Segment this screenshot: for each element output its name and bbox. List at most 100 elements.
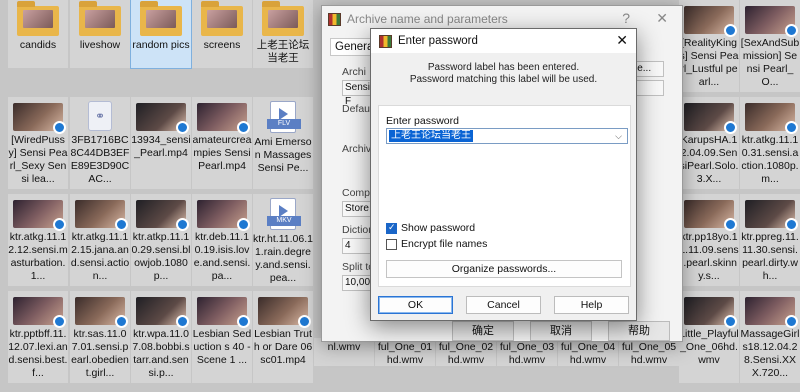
file-label: 3FB1716BC8C44DB3EFE89E3D90CAC... — [70, 134, 130, 185]
folder-liveshow[interactable]: liveshow — [70, 0, 130, 68]
file-ktr-atkg-111215[interactable]: ktr.atkg.11.12.15.jana.and.sensi.action.… — [70, 194, 130, 286]
file-label: Little_Playful_One_06hd.wmv — [679, 328, 739, 366]
info-message: Password label has been entered. Passwor… — [371, 62, 636, 86]
video-thumbnail — [684, 297, 737, 328]
compression-select[interactable]: Store — [342, 201, 372, 217]
file-ktr-atkg-111031[interactable]: ktr.atkg.11.10.31.sensi.action.1080p.m..… — [740, 97, 800, 189]
file-wmv-partial-0[interactable]: nl.wmv — [314, 338, 374, 366]
file-ktr-sas[interactable]: ktr.sas.11.07.01.sensi.pearl.obedient.gi… — [70, 291, 130, 383]
dictionary-select[interactable]: 4 — [342, 238, 372, 254]
organize-passwords-button[interactable]: Organize passwords... — [386, 260, 622, 278]
close-icon[interactable]: ✕ — [616, 32, 628, 49]
file-karupsha[interactable]: KarupsHA.12.04.09.SensiPearl.Solo.3.X... — [679, 97, 739, 189]
folder-icon — [201, 1, 243, 36]
file-label: random pics — [132, 39, 190, 51]
media-player-icon — [785, 24, 798, 37]
media-player-icon — [176, 121, 189, 134]
file-label: ktr.ppreg.11.11.30.sensi.pearl.dirty.wh.… — [741, 231, 799, 282]
video-thumbnail — [745, 103, 798, 134]
file-lesbian-truth[interactable]: Lesbian Truth or Dare 06 sc01.mp4 — [253, 291, 313, 383]
file-ktr-pp18yo[interactable]: ktr.pp18yo.11.11.09.sensi.pearl.skinny.s… — [679, 194, 739, 286]
folder-random-pics[interactable]: random pics — [130, 0, 192, 69]
media-player-icon — [237, 315, 250, 328]
file-wmv-03hd[interactable]: ful_One_03hd.wmv — [497, 338, 557, 366]
file-ktr-ppreg[interactable]: ktr.ppreg.11.11.30.sensi.pearl.dirty.wh.… — [740, 194, 800, 286]
video-thumbnail — [136, 297, 189, 328]
file-ktr-deb-111019[interactable]: ktr.deb.11.10.19.isis.love.and.sensi.pa.… — [192, 194, 252, 286]
file-label: ktr.deb.11.10.19.isis.love.and.sensi.pa.… — [193, 231, 251, 282]
file-wmv-02hd[interactable]: ful_One_02hd.wmv — [436, 338, 496, 366]
file-wiredpussy[interactable]: [WiredPussy] Sensi Pearl_Sexy Sensi lea.… — [8, 97, 68, 189]
file-label: ktr.atkg.11.12.15.jana.and.sensi.action.… — [70, 231, 130, 282]
checkbox-unchecked[interactable] — [386, 238, 397, 250]
file-amateurcreampies[interactable]: amateurcreampies Sensi Pearl.mp4 — [192, 97, 252, 189]
file-sexandsubmission[interactable]: [SexAndSubmission] Sensi Pearl_O... — [740, 0, 800, 92]
file-label: ful_One_01hd.wmv — [377, 341, 433, 366]
ok-button[interactable]: OK — [378, 296, 453, 314]
split-volume-field[interactable]: 10,000 — [342, 275, 376, 291]
media-player-icon — [176, 218, 189, 231]
enter-password-dialog: Enter password ✕ Password label has been… — [370, 28, 637, 321]
dialog-title: Archive name and parameters — [347, 12, 508, 26]
file-3fb1716[interactable]: ⚭ 3FB1716BC8C44DB3EFE89E3D90CAC... — [70, 97, 130, 189]
file-wmv-04hd[interactable]: ful_One_04hd.wmv — [558, 338, 618, 366]
folder-screens[interactable]: screens — [192, 0, 252, 68]
archive-name-label: Archi — [342, 66, 366, 78]
file-ktr-atkg-111212[interactable]: ktr.atkg.11.12.12.sensi.masturbation.1..… — [8, 194, 68, 286]
file-little-playful[interactable]: Little_Playful_One_06hd.wmv — [679, 291, 739, 383]
dialog-title: Enter password — [398, 35, 478, 47]
media-player-icon — [724, 315, 737, 328]
file-label: [SexAndSubmission] Sensi Pearl_O... — [740, 37, 800, 88]
file-massagegirls[interactable]: MassageGirls18.12.04.28.Sensi.XXX.720... — [740, 291, 800, 383]
help-button[interactable]: Help — [554, 296, 629, 314]
chevron-down-icon[interactable]: ⌵ — [615, 129, 622, 143]
video-thumbnail — [258, 297, 311, 328]
cancel-button[interactable]: Cancel — [466, 296, 541, 314]
archive-format-label: Archiv — [342, 143, 372, 155]
file-ktr-atkp-111029[interactable]: ktr.atkp.11.10.29.sensi.blowjob.1080p... — [131, 194, 191, 286]
ok-button-cn[interactable]: 确定 — [452, 321, 514, 341]
help-icon[interactable]: ? — [622, 10, 630, 26]
file-label: Lesbian Truth or Dare 06 sc01.mp4 — [253, 328, 313, 366]
file-label: [WiredPussy] Sensi Pearl_Sexy Sensi lea.… — [8, 134, 68, 185]
file-ktr-wpa[interactable]: ktr.wpa.11.07.08.bobbi.starr.and.sensi.p… — [131, 291, 191, 383]
file-13934-sensi[interactable]: 13934_sensi_Pearl.mp4 — [131, 97, 191, 189]
checkbox-checked[interactable] — [386, 222, 397, 234]
file-label: candids — [19, 39, 57, 51]
info-line-1: Password label has been entered. — [427, 62, 580, 73]
encrypt-file-names-checkbox[interactable]: Encrypt file names — [386, 238, 487, 250]
password-input[interactable]: 上老王论坛当老王 ⌵ — [386, 128, 628, 144]
video-thumbnail — [13, 103, 66, 134]
folder-icon — [79, 1, 121, 36]
file-ami-emerson[interactable]: FLV Ami Emerson Massages Sensi Pe... — [253, 97, 313, 189]
show-password-checkbox[interactable]: Show password — [386, 222, 475, 234]
media-player-icon — [115, 218, 128, 231]
file-label: ktr.pp18yo.11.11.09.sensi.pearl.skinny.s… — [679, 231, 739, 282]
cancel-button-cn[interactable]: 取消 — [530, 321, 592, 341]
close-icon[interactable]: ✕ — [656, 10, 668, 27]
video-thumbnail — [745, 200, 798, 231]
file-type-badge: MKV — [267, 216, 301, 226]
encrypt-file-names-label: Encrypt file names — [401, 238, 488, 250]
help-button-cn[interactable]: 帮助 — [608, 321, 670, 341]
video-thumbnail — [75, 200, 128, 231]
file-label: Ami Emerson Massages Sensi Pe... — [254, 136, 312, 174]
video-thumbnail — [136, 103, 189, 134]
media-player-icon — [785, 121, 798, 134]
folder-laowang[interactable]: 上老王论坛当老王 — [253, 0, 313, 68]
file-ktr-pptbff[interactable]: ktr.pptbff.11.12.07.lexi.and.sensi.best.… — [8, 291, 68, 383]
info-line-2: Password matching this label will be use… — [409, 74, 598, 85]
media-player-icon — [53, 315, 66, 328]
media-player-icon — [53, 121, 66, 134]
file-realitykings[interactable]: [RealityKings] Sensi Pearl_Lustful pearl… — [679, 0, 739, 92]
file-lesbian-seductions[interactable]: Lesbian Seduction s 40 - Scene 1 ... — [192, 291, 252, 383]
folder-candids[interactable]: candids — [8, 0, 68, 68]
file-ktr-ht-110611[interactable]: MKV ktr.ht.11.06.11.rain.degrey.and.sens… — [253, 194, 313, 286]
file-label: ful_One_05hd.wmv — [621, 341, 677, 366]
media-player-icon — [53, 218, 66, 231]
enter-password-label: Enter password — [386, 115, 459, 127]
file-wmv-05hd[interactable]: ful_One_05hd.wmv — [619, 338, 679, 366]
file-wmv-01hd[interactable]: ful_One_01hd.wmv — [375, 338, 435, 366]
archive-name-field[interactable]: Sensi F — [342, 80, 372, 107]
dialog-titlebar: Enter password — [371, 29, 636, 53]
